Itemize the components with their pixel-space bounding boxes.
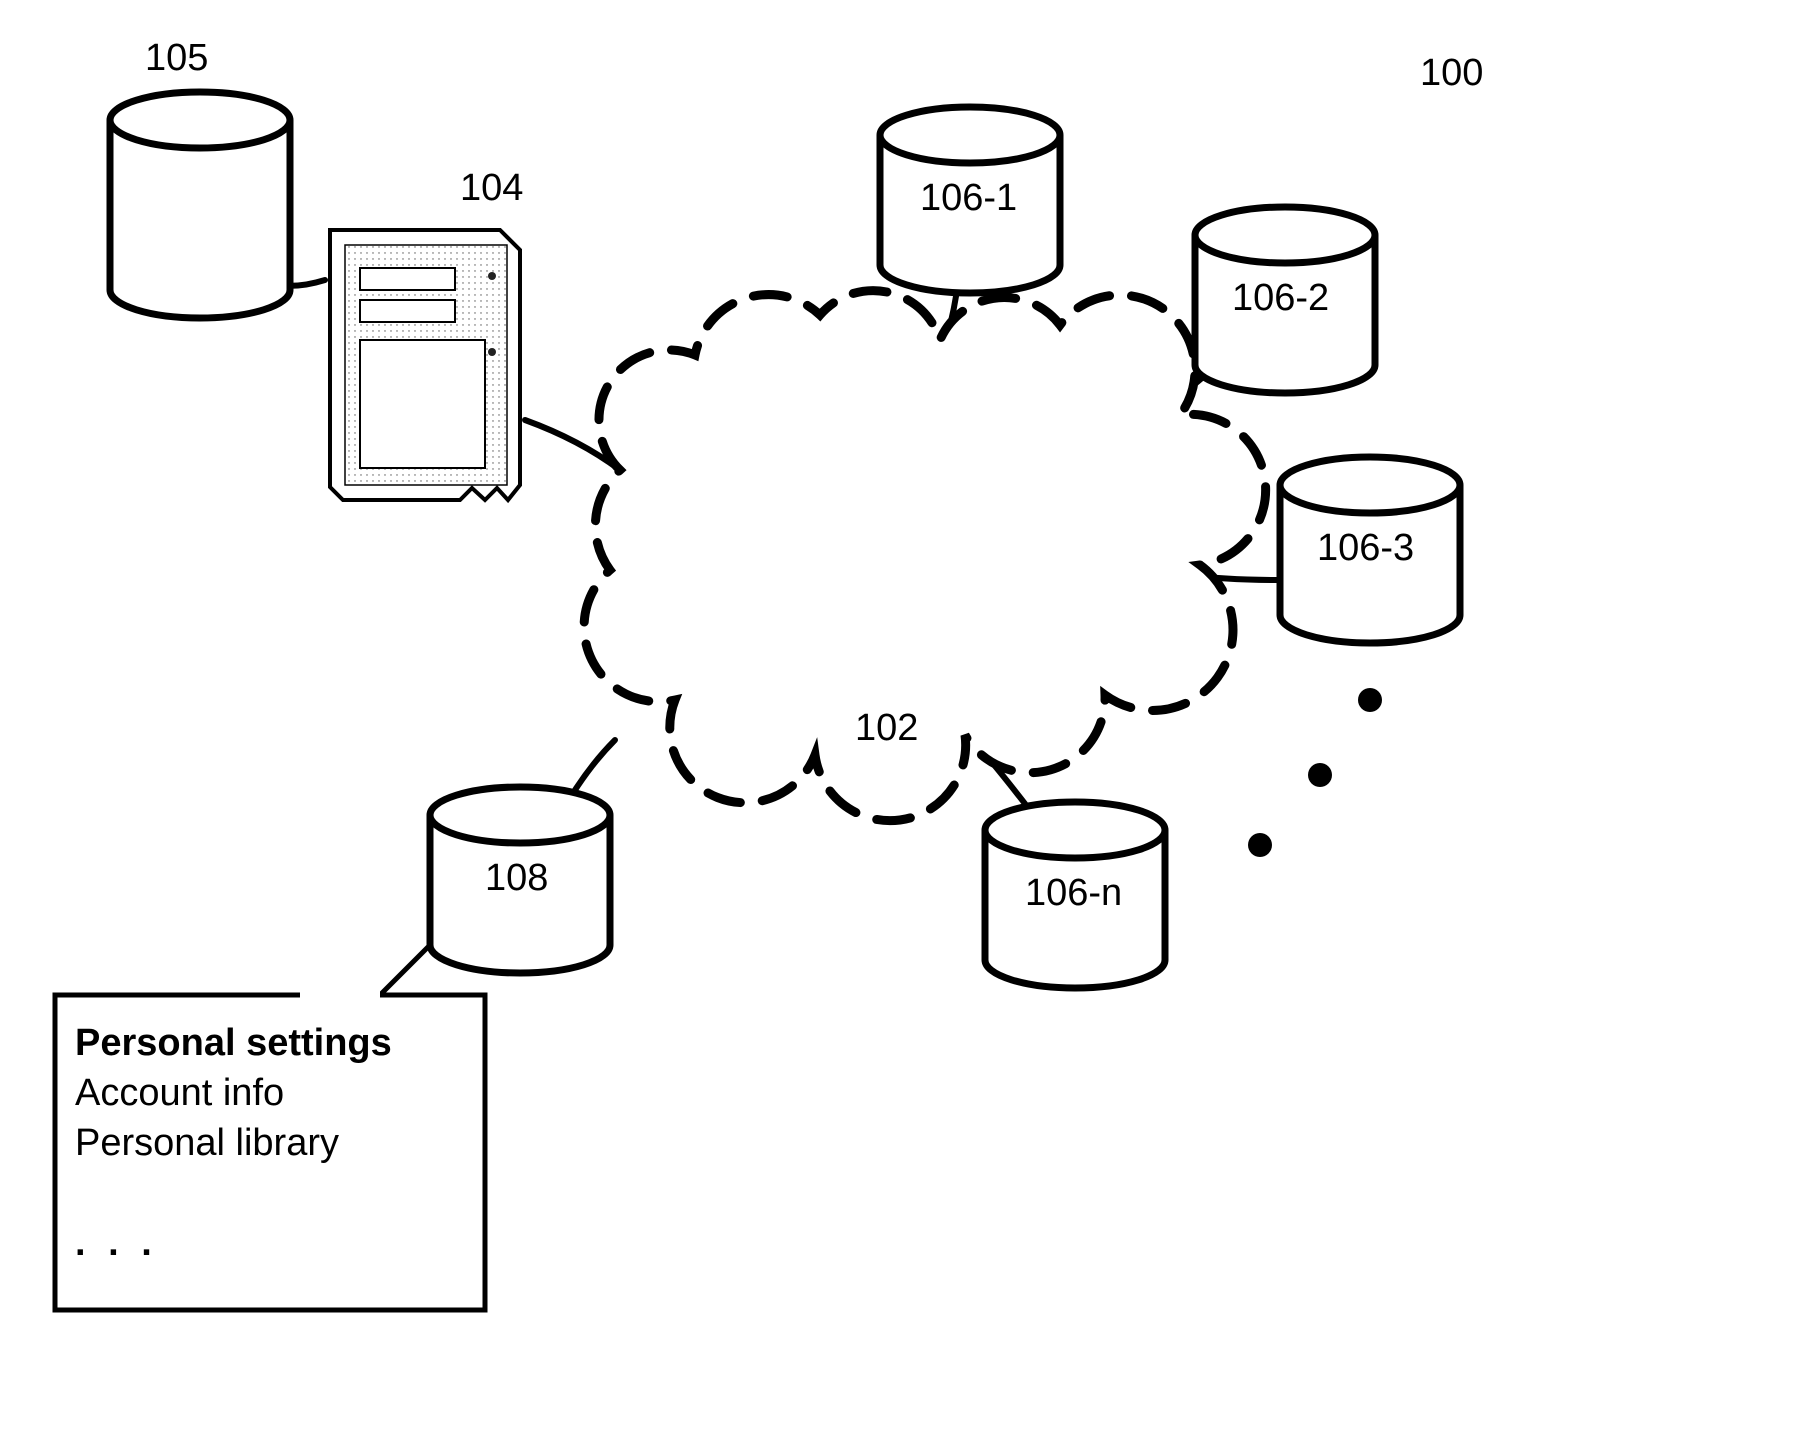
callout-ellipsis: . . . <box>75 1222 158 1264</box>
callout-title: Personal settings <box>75 1022 392 1064</box>
db-106-n: 106-n <box>985 802 1165 988</box>
db-106-2-label: 106-2 <box>1232 277 1329 319</box>
db-106-3-label: 106-3 <box>1317 527 1414 569</box>
db-106-2: 106-2 <box>1195 207 1375 393</box>
figure-number-label: 100 <box>1420 52 1483 94</box>
callout-line1: Account info <box>75 1072 284 1114</box>
db-108: 108 <box>430 787 610 973</box>
cloud-icon: 102 <box>584 291 1266 821</box>
callout-line2: Personal library <box>75 1122 339 1164</box>
db-106-3: 106-3 <box>1280 457 1460 643</box>
ellipsis-dots <box>1248 688 1382 857</box>
db-106-1-label: 106-1 <box>920 177 1017 219</box>
server-icon: 104 <box>330 167 523 500</box>
db-106-1: 106-1 <box>880 107 1060 293</box>
callout-box: Personal settings Account info Personal … <box>55 945 485 1310</box>
db-108-label: 108 <box>485 857 548 899</box>
server-ref-label: 104 <box>460 167 523 209</box>
diagram-canvas: 100 102 105 <box>0 0 1804 1436</box>
db-105-label: 105 <box>145 37 208 79</box>
cloud-ref-label: 102 <box>855 707 918 749</box>
db-106-n-label: 106-n <box>1025 872 1122 914</box>
db-105: 105 <box>110 37 290 318</box>
